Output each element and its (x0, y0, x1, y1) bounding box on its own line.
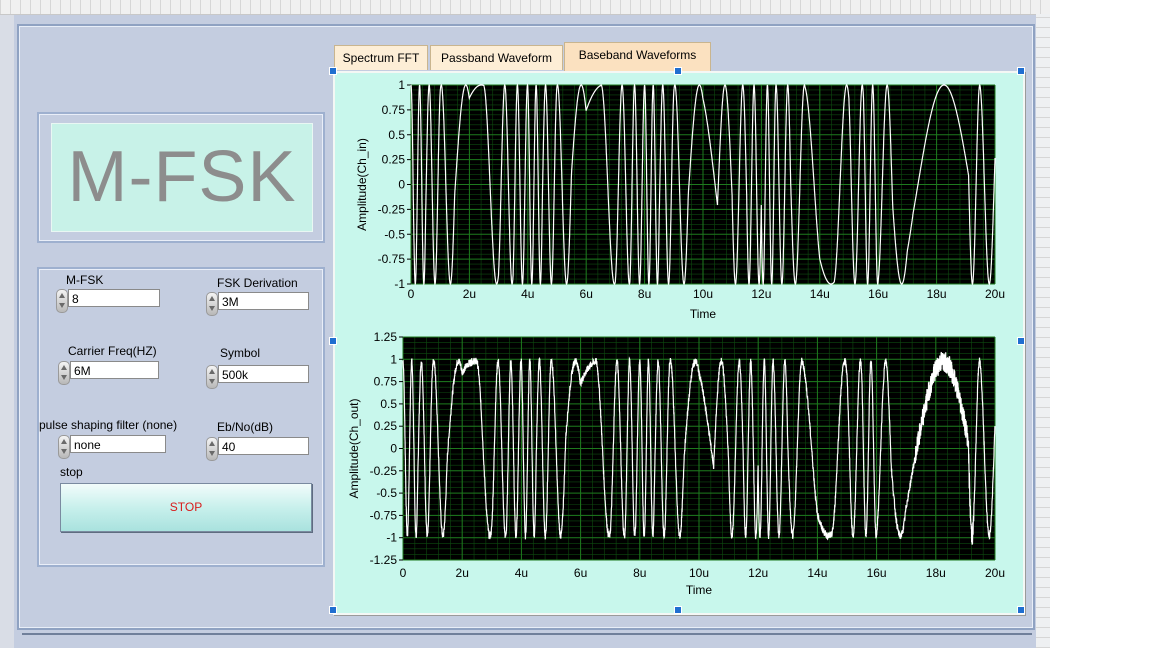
x-tick-label: 8u (633, 566, 646, 580)
y-tick-label: 1 (398, 78, 405, 92)
y-tick-label: -0.75 (370, 508, 398, 522)
y-tick-label: -0.75 (378, 252, 406, 266)
resize-handle[interactable] (329, 606, 337, 614)
x-tick-label: 16u (867, 566, 887, 580)
y-tick-label: 1.25 (374, 330, 398, 344)
resize-handle[interactable] (329, 337, 337, 345)
x-axis-label: Time (686, 583, 713, 597)
x-tick-label: 10u (689, 566, 709, 580)
y-tick-label: -0.5 (384, 227, 405, 241)
resize-handle[interactable] (329, 67, 337, 75)
resize-handle[interactable] (1017, 67, 1025, 75)
x-tick-label: 2u (456, 566, 469, 580)
x-tick-label: 12u (748, 566, 768, 580)
x-tick-label: 12u (751, 287, 771, 301)
y-tick-label: 0.75 (374, 375, 398, 389)
x-axis-label: Time (690, 307, 717, 321)
waveform-charts: 0 2u 4u 6u 8u 10u 12u 14u 16u 18u 20u10.750.50.250… (347, 78, 1005, 597)
y-tick-label: -0.5 (376, 486, 397, 500)
y-tick-label: 0.25 (374, 419, 398, 433)
y-axis-label: Amplitude(Ch_out) (347, 398, 361, 498)
y-tick-label: -0.25 (378, 202, 406, 216)
x-tick-label: 4u (521, 287, 534, 301)
x-tick-label: 14u (807, 566, 827, 580)
x-tick-label: 20u (985, 566, 1005, 580)
resize-handle[interactable] (1017, 606, 1025, 614)
resize-handle[interactable] (674, 67, 682, 75)
resize-handle[interactable] (1017, 337, 1025, 345)
x-tick-label: 2u (463, 287, 476, 301)
resize-handle[interactable] (674, 606, 682, 614)
y-tick-label: -1.25 (370, 553, 398, 567)
x-tick-label: 20u (985, 287, 1005, 301)
x-tick-label: 16u (868, 287, 888, 301)
x-tick-label: 10u (693, 287, 713, 301)
x-tick-label: 14u (810, 287, 830, 301)
x-tick-label: 8u (638, 287, 651, 301)
y-tick-label: -0.25 (370, 464, 398, 478)
x-tick-label: 0 (408, 287, 415, 301)
y-tick-label: 0.75 (382, 103, 406, 117)
y-tick-label: 0 (390, 442, 397, 456)
x-tick-label: 18u (927, 287, 947, 301)
x-tick-label: 18u (926, 566, 946, 580)
y-tick-label: -1 (386, 531, 397, 545)
y-tick-label: -1 (394, 277, 405, 291)
x-tick-label: 6u (574, 566, 587, 580)
y-tick-label: 0.5 (388, 128, 405, 142)
y-tick-label: 0.25 (382, 153, 406, 167)
x-tick-label: 6u (580, 287, 593, 301)
x-tick-label: 0 (400, 566, 407, 580)
y-tick-label: 0 (398, 178, 405, 192)
y-tick-label: 0.5 (380, 397, 397, 411)
x-tick-label: 4u (515, 566, 528, 580)
y-axis-label: Amplitude(Ch_in) (355, 138, 369, 231)
y-tick-label: 1 (390, 352, 397, 366)
